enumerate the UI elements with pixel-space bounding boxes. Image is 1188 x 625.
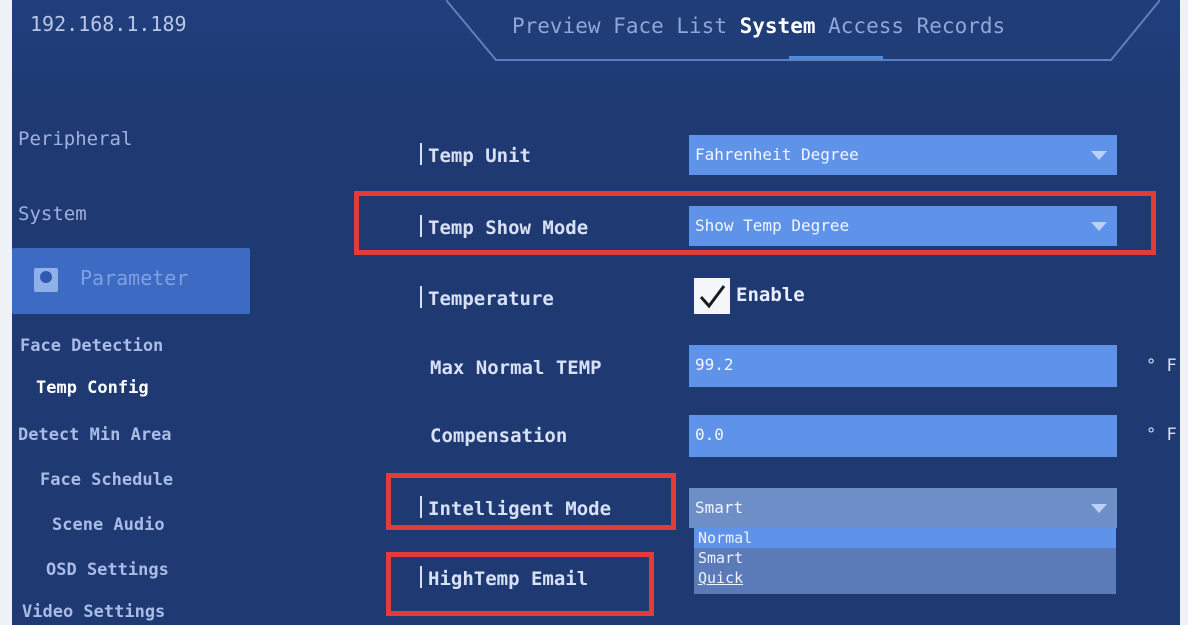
tab-system[interactable]: System xyxy=(740,14,816,38)
intelligent-mode-select[interactable]: Smart xyxy=(689,488,1117,528)
sidebar-sub-video-settings[interactable]: Video Settings xyxy=(22,602,165,622)
tab-preview[interactable]: Preview xyxy=(512,14,601,38)
sidebar-sub-osd-settings[interactable]: OSD Settings xyxy=(46,560,169,580)
right-edge xyxy=(1180,0,1188,625)
tab-face-list[interactable]: Face List xyxy=(613,14,727,38)
active-tab-underline xyxy=(789,56,883,59)
temp-unit-select[interactable]: Fahrenheit Degree xyxy=(689,135,1117,175)
chevron-down-icon xyxy=(1091,504,1107,513)
sidebar-item-system[interactable]: System xyxy=(18,203,87,225)
sidebar-sub-temp-config[interactable]: Temp Config xyxy=(36,378,149,398)
left-edge xyxy=(0,0,12,625)
max-normal-temp-label: Max Normal TEMP xyxy=(430,357,602,379)
parameter-label: Parameter xyxy=(80,266,189,290)
highlight-box-temp-show-mode xyxy=(354,191,1156,255)
temp-unit-value: Fahrenheit Degree xyxy=(695,145,859,164)
main-nav: Preview Face List System Access Records xyxy=(512,14,1005,38)
temperature-enable-checkbox[interactable] xyxy=(694,278,730,314)
tab-access-records[interactable]: Access Records xyxy=(828,14,1005,38)
user-icon xyxy=(34,268,58,292)
sidebar-sub-face-schedule[interactable]: Face Schedule xyxy=(40,470,173,490)
sidebar-sub-scene-audio[interactable]: Scene Audio xyxy=(52,515,165,535)
sidebar-item-parameter[interactable]: Parameter xyxy=(12,248,250,314)
compensation-input[interactable]: 0.0 xyxy=(689,415,1117,457)
device-ip: 192.168.1.189 xyxy=(30,12,187,36)
intelligent-mode-dropdown: Normal Smart Quick xyxy=(694,528,1116,594)
sidebar-sub-face-detection[interactable]: Face Detection xyxy=(20,336,163,356)
sidebar-item-peripheral[interactable]: Peripheral xyxy=(18,128,132,150)
sidebar-sub-detect-min-area[interactable]: Detect Min Area xyxy=(18,425,172,445)
dropdown-option-quick[interactable]: Quick xyxy=(694,568,1116,588)
compensation-value: 0.0 xyxy=(695,425,724,444)
temperature-label: Temperature xyxy=(420,286,554,310)
max-normal-temp-value: 99.2 xyxy=(695,355,734,374)
max-normal-temp-unit: ° F xyxy=(1146,356,1177,376)
compensation-unit: ° F xyxy=(1146,425,1177,445)
max-normal-temp-input[interactable]: 99.2 xyxy=(689,345,1117,387)
checkmark-icon xyxy=(699,285,726,309)
dropdown-option-normal[interactable]: Normal xyxy=(694,528,1116,548)
temp-unit-label: Temp Unit xyxy=(420,143,531,167)
intelligent-mode-value: Smart xyxy=(695,498,744,517)
highlight-box-intelligent-mode xyxy=(386,473,676,530)
compensation-label: Compensation xyxy=(430,425,568,447)
highlight-box-hightemp-email xyxy=(386,552,654,616)
temperature-enable-label: Enable xyxy=(736,284,805,306)
dropdown-option-smart[interactable]: Smart xyxy=(694,548,1116,568)
chevron-down-icon xyxy=(1091,151,1107,160)
